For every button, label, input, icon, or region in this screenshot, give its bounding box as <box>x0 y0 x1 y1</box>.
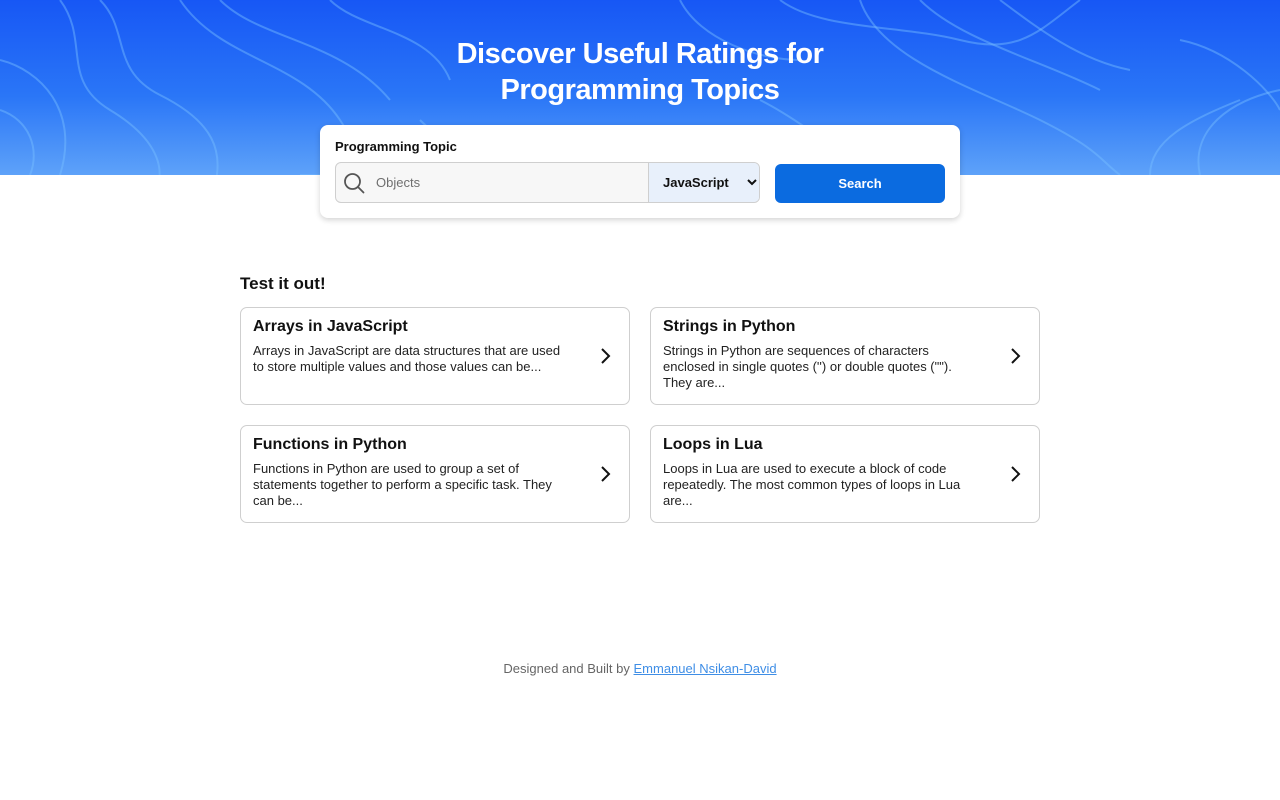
page-title-line1: Discover Useful Ratings for <box>456 38 824 70</box>
chevron-right-icon <box>1011 348 1021 364</box>
topic-card-title: Functions in Python <box>253 436 407 453</box>
search-input[interactable] <box>368 163 648 202</box>
topic-card-description: Functions in Python are used to group a … <box>253 461 552 508</box>
page-title-line2: Programming Topics <box>500 74 780 106</box>
author-link[interactable]: Emmanuel Nsikan-David <box>634 661 777 676</box>
chevron-right-icon <box>601 466 611 482</box>
footer: Designed and Built by Emmanuel Nsikan-Da… <box>0 661 1280 676</box>
topic-card-title: Loops in Lua <box>663 436 763 453</box>
search-button[interactable]: Search <box>775 164 945 203</box>
topic-card-strings-python[interactable]: Strings in Python Strings in Python are … <box>650 307 1040 405</box>
footer-credit-text: Designed and Built by <box>503 661 630 676</box>
search-icon <box>344 173 365 194</box>
section-title: Test it out! <box>240 274 326 293</box>
topic-card-arrays-javascript[interactable]: Arrays in JavaScript Arrays in JavaScrip… <box>240 307 630 405</box>
search-panel: Programming Topic JavaScript Search <box>320 125 960 218</box>
language-select[interactable]: JavaScript <box>648 163 759 202</box>
topic-card-description: Strings in Python are sequences of chara… <box>663 343 952 390</box>
topic-card-title: Strings in Python <box>663 318 796 335</box>
topic-card-description: Arrays in JavaScript are data structures… <box>253 343 561 374</box>
topic-card-description: Loops in Lua are used to execute a block… <box>663 461 961 508</box>
search-label: Programming Topic <box>335 139 457 154</box>
topic-card-loops-lua[interactable]: Loops in Lua Loops in Lua are used to ex… <box>650 425 1040 523</box>
chevron-right-icon <box>601 348 611 364</box>
topic-card-functions-python[interactable]: Functions in Python Functions in Python … <box>240 425 630 523</box>
chevron-right-icon <box>1011 466 1021 482</box>
topic-card-title: Arrays in JavaScript <box>253 318 408 335</box>
page-title: Discover Useful Ratings for Programming … <box>0 36 1280 108</box>
search-box: JavaScript <box>335 162 760 203</box>
